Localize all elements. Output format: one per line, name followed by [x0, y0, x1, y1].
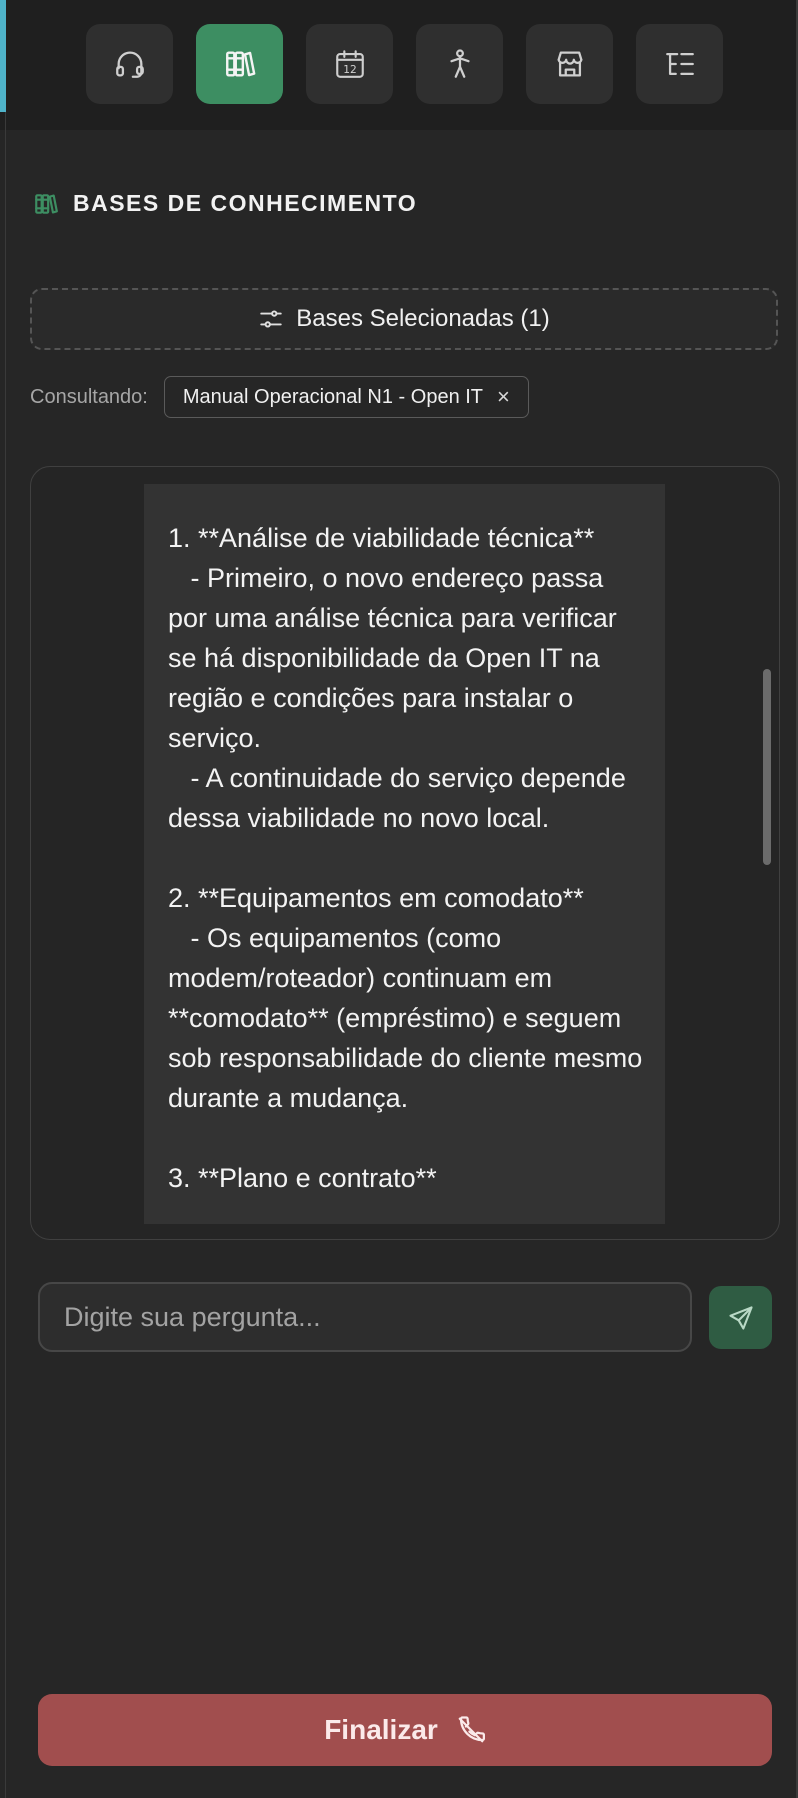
selected-bases-button[interactable]: Bases Selecionadas (1) — [30, 288, 778, 350]
books-icon — [35, 193, 58, 214]
knowledge-base-chip: Manual Operacional N1 - Open IT × — [163, 376, 529, 418]
left-accent-bar — [0, 0, 6, 112]
selected-bases-label: Bases Selecionadas (1) — [296, 305, 550, 332]
send-button[interactable] — [709, 1286, 772, 1349]
scrollbar-thumb[interactable] — [763, 669, 771, 865]
calendar-icon: 12 — [335, 50, 364, 78]
tool-button-knowledge-bases[interactable] — [196, 24, 283, 104]
message-text: 1. **Análise de viabilidade técnica** - … — [168, 523, 643, 1193]
send-icon — [728, 1305, 753, 1330]
tool-button-calendar[interactable]: 12 — [306, 24, 393, 104]
chip-label: Manual Operacional N1 - Open IT — [182, 385, 484, 408]
toolbar: 12 — [86, 24, 723, 104]
books-icon — [225, 51, 255, 77]
left-border — [5, 112, 6, 1798]
list-tree-icon — [665, 52, 694, 76]
tool-button-store[interactable] — [526, 24, 613, 104]
section-header: BASES DE CONHECIMENTO — [33, 190, 417, 217]
store-icon — [557, 51, 582, 77]
chat-scrollbar[interactable] — [763, 467, 777, 1239]
tool-button-support[interactable] — [86, 24, 173, 104]
sliders-icon — [260, 310, 282, 328]
svg-text:12: 12 — [343, 63, 357, 76]
tool-button-person[interactable] — [416, 24, 503, 104]
close-icon[interactable]: × — [497, 386, 510, 408]
app-frame: 12 BASES DE CONHECIMENTO Bases Seleciona… — [0, 0, 798, 1798]
section-title: BASES DE CONHECIMENTO — [73, 190, 418, 216]
consulting-label: Consultando: — [30, 385, 148, 408]
person-icon — [449, 49, 470, 78]
finalize-label: Finalizar — [324, 1714, 438, 1745]
chat-panel: 1. **Análise de viabilidade técnica** - … — [30, 466, 780, 1240]
consulting-row: Consultando: Manual Operacional N1 - Ope… — [30, 376, 529, 418]
assistant-message: 1. **Análise de viabilidade técnica** - … — [144, 484, 665, 1224]
tool-button-list-tree[interactable] — [636, 24, 723, 104]
headset-icon — [115, 51, 144, 78]
finalize-button[interactable]: Finalizar — [38, 1694, 772, 1766]
question-input[interactable] — [38, 1282, 692, 1352]
phone-off-icon — [458, 1716, 485, 1743]
